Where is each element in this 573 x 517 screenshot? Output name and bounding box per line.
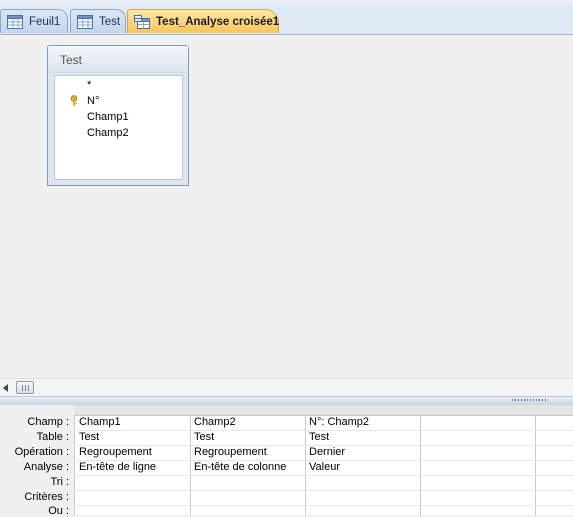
row-label-operation: Opération : [14,446,69,458]
crosstab-query-icon [134,14,150,29]
grid-cell-champ[interactable]: N°: Champ2 [309,416,369,428]
tab-feuil1[interactable]: Feuil1 [0,9,68,33]
row-label-table: Table : [36,431,69,443]
primary-key-icon [70,95,80,106]
scrollbar-thumb[interactable] [16,381,34,394]
grid-cell-table[interactable]: Test [194,431,214,443]
scroll-left-arrow-icon[interactable] [3,384,8,392]
grid-row-divider [74,475,573,476]
query-design-area[interactable]: Test * N° Champ1 Champ2 [0,35,573,378]
row-label-tri: Tri : [50,476,69,488]
tab-label: Feuil1 [29,15,61,28]
field-item-champ1[interactable]: Champ1 [87,111,129,123]
query-design-grid[interactable]: Champ : Table : Opération : Analyse : Tr… [0,405,573,517]
tab-test-analyse-croisee1[interactable]: Test_Analyse croisée1 [127,9,279,33]
field-list-title[interactable]: Test [48,46,188,73]
table-field-list-test[interactable]: Test * N° Champ1 Champ2 [47,45,189,186]
grid-row-divider [74,490,573,491]
grid-cell-champ[interactable]: Champ2 [194,416,236,428]
grid-cell-table[interactable]: Test [309,431,329,443]
row-label-criteres: Critères : [24,491,69,503]
grid-row-divider [74,505,573,506]
row-label-analyse: Analyse : [23,461,69,473]
table-icon [77,14,93,29]
tab-test[interactable]: Test [70,9,126,33]
field-item-all[interactable]: * [87,79,91,91]
field-item-champ2[interactable]: Champ2 [87,127,129,139]
grid-cell-analyse[interactable]: Valeur [309,461,340,473]
grid-cell-champ[interactable]: Champ1 [79,416,121,428]
grid-cell-table[interactable]: Test [79,431,99,443]
tab-label: Test [99,15,121,28]
row-label-ou: Ou : [48,505,69,517]
row-label-champ: Champ : [27,416,69,428]
tab-label: Test_Analyse croisée1 [156,15,280,28]
grid-cell-operation[interactable]: Regroupement [194,446,267,458]
grid-cell-operation[interactable]: Dernier [309,446,345,458]
field-item-numero[interactable]: N° [87,95,99,107]
grid-row-labels: Champ : Table : Opération : Analyse : Tr… [0,405,74,517]
field-list[interactable]: * N° Champ1 Champ2 [54,75,183,180]
grid-cell-operation[interactable]: Regroupement [79,446,152,458]
design-horizontal-scrollbar[interactable] [0,378,573,397]
splitter-grip-icon[interactable] [512,399,548,401]
tab-strip-top-band [0,0,573,6]
grid-cell-analyse[interactable]: En-tête de ligne [79,461,156,473]
grid-cell-analyse[interactable]: En-tête de colonne [194,461,286,473]
table-icon [7,14,23,29]
grid-column-selectors[interactable] [74,405,573,416]
document-tab-strip: Feuil1 Test Test_Analyse croisée1 [0,0,573,35]
